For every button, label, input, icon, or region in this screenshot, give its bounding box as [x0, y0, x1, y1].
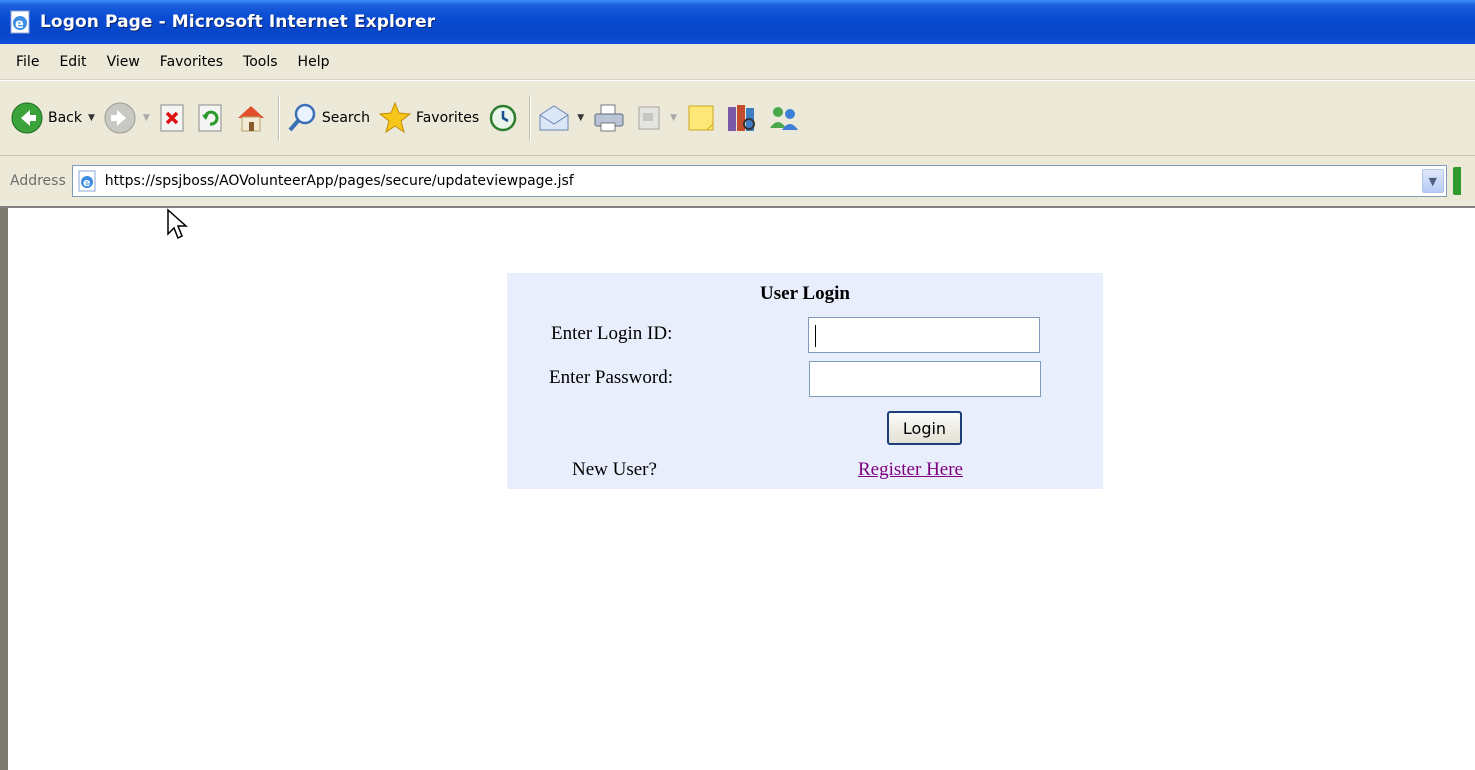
address-input[interactable]: e https://spsjboss/AOVolunteerApp/pages/… [71, 165, 1447, 197]
back-dropdown-icon[interactable]: ▼ [88, 113, 95, 123]
page-content: User Login Enter Login ID: Enter Passwor… [0, 208, 1475, 770]
research-books-icon [728, 105, 756, 131]
forward-arrow-icon [104, 102, 136, 134]
history-button[interactable] [487, 102, 519, 134]
mail-button[interactable]: ▼ [537, 103, 584, 133]
history-icon [489, 104, 517, 132]
edit-document-icon [638, 106, 660, 130]
back-arrow-icon [11, 102, 43, 134]
edit-dropdown-icon[interactable]: ▼ [670, 113, 677, 123]
register-link[interactable]: Register Here [858, 459, 963, 481]
chevron-down-icon[interactable]: ▼ [1421, 169, 1444, 193]
login-title: User Login [760, 283, 850, 304]
messenger-people-icon [770, 107, 799, 130]
search-icon [288, 103, 316, 132]
research-button[interactable] [725, 102, 759, 134]
address-bar: Address e https://spsjboss/AOVolunteerAp… [0, 156, 1475, 208]
forward-dropdown-icon[interactable]: ▼ [143, 113, 150, 123]
print-icon [594, 104, 624, 132]
mail-icon [539, 105, 569, 131]
login-button[interactable]: Login [887, 411, 962, 445]
home-button[interactable] [234, 102, 268, 134]
standard-toolbar: Back ▼ ▼ Search Favorites ▼ ▼ [0, 80, 1475, 156]
password-label: Enter Password: [549, 367, 674, 388]
discuss-button[interactable] [685, 102, 717, 134]
text-caret [815, 325, 816, 347]
go-button[interactable] [1452, 167, 1461, 195]
password-input[interactable] [809, 361, 1041, 397]
ie-page-icon: e [10, 10, 30, 34]
favorites-label: Favorites [415, 110, 480, 126]
favorites-star-icon [378, 101, 412, 134]
login-id-label: Enter Login ID: [551, 323, 673, 344]
menu-view[interactable]: View [97, 54, 150, 70]
forward-button[interactable]: ▼ [103, 101, 150, 135]
menu-tools[interactable]: Tools [233, 54, 288, 70]
window-titlebar: e Logon Page - Microsoft Internet Explor… [0, 0, 1475, 44]
refresh-button[interactable] [196, 103, 226, 133]
print-button[interactable] [592, 102, 626, 134]
toolbar-separator [277, 95, 280, 141]
messenger-button[interactable] [767, 102, 801, 134]
mouse-pointer-icon [167, 208, 188, 240]
search-button[interactable]: Search [286, 102, 370, 134]
address-label: Address [10, 173, 66, 189]
ie-page-icon: e [78, 170, 96, 192]
mail-dropdown-icon[interactable]: ▼ [577, 113, 584, 123]
login-id-input[interactable] [808, 317, 1040, 353]
search-label: Search [321, 110, 370, 126]
login-form: User Login Enter Login ID: Enter Passwor… [507, 273, 1103, 489]
new-user-label: New User? [572, 459, 657, 480]
menu-bar: File Edit View Favorites Tools Help [0, 44, 1475, 80]
menu-file[interactable]: File [6, 54, 49, 70]
stop-icon [160, 104, 184, 132]
note-icon [688, 105, 714, 131]
menu-favorites[interactable]: Favorites [150, 54, 233, 70]
svg-text:e: e [15, 17, 24, 32]
home-icon [237, 106, 264, 132]
back-button[interactable]: Back ▼ [10, 101, 95, 135]
edit-button[interactable]: ▼ [634, 103, 677, 133]
address-url: https://spsjboss/AOVolunteerApp/pages/se… [104, 173, 574, 189]
favorites-button[interactable]: Favorites [378, 101, 479, 135]
window-title: Logon Page - Microsoft Internet Explorer [40, 12, 436, 32]
svg-text:e: e [83, 176, 90, 189]
stop-button[interactable] [158, 103, 188, 133]
toolbar-separator [529, 95, 532, 141]
refresh-icon [198, 104, 222, 132]
menu-edit[interactable]: Edit [49, 54, 96, 70]
back-label: Back [48, 110, 82, 126]
menu-help[interactable]: Help [288, 54, 340, 70]
